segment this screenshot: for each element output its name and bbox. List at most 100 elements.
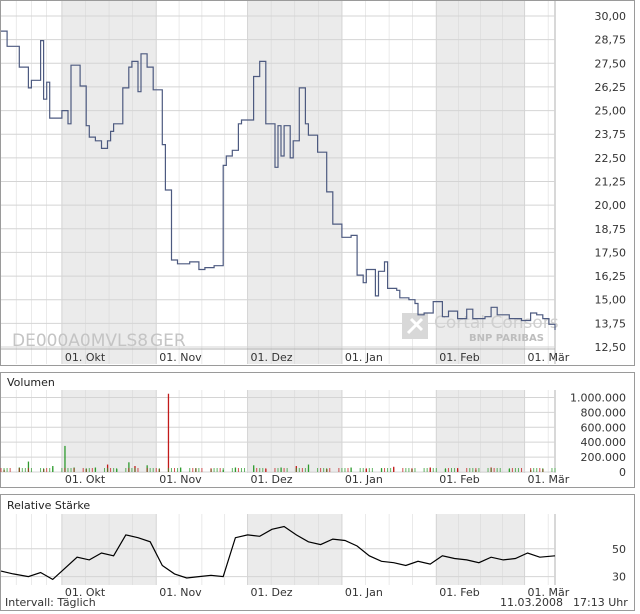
watermark-exchange: GER [150, 331, 186, 351]
volume-baseline-tick [91, 468, 93, 472]
volume-panel-title: Volumen [7, 376, 55, 389]
volume-baseline-tick [475, 468, 477, 472]
volume-baseline-tick [380, 468, 382, 472]
price-x-tick-label: 01. Jan [345, 351, 383, 364]
volume-baseline-tick [125, 468, 127, 472]
volume-baseline-tick [274, 468, 276, 472]
volume-y-tick-label: 1.000.000 [570, 391, 626, 404]
volume-baseline-tick [454, 468, 456, 472]
watermark-brand-sub: BNP PARIBAS [469, 333, 544, 344]
volume-baseline-tick [177, 468, 179, 472]
price-y-tick-labels: 30,00 28,75 27,50 26,25 25,00 23,75 22,50 21,25… [595, 10, 627, 354]
volume-baseline-tick [444, 468, 446, 472]
price-x-tick-label: 01. Feb [439, 351, 479, 364]
footer-date: 11.03.2008 [500, 596, 563, 609]
price-month-shading [61, 1, 525, 364]
volume-baseline-tick [423, 468, 425, 472]
volume-y-tick-label: 600.000 [581, 421, 627, 434]
chart-figure: DE000A0MVLS8 GER Cortal Consors BNP PARI… [0, 0, 635, 611]
volume-baseline-tick [514, 468, 516, 472]
watermark-isin: DE000A0MVLS8 [12, 331, 148, 351]
volume-baseline-tick [210, 468, 212, 472]
volume-baseline-tick [240, 468, 242, 472]
volume-y-tick-label: 0 [619, 466, 626, 479]
volume-baseline-tick [496, 468, 498, 472]
volume-baseline-tick [359, 468, 361, 472]
volume-baseline-tick [222, 468, 224, 472]
volume-baseline-tick [46, 468, 48, 472]
volume-baseline-tick [40, 468, 42, 472]
volume-baseline-tick [152, 468, 154, 472]
volume-baseline-tick [295, 468, 297, 472]
volume-x-tick-label: 01. Okt [65, 473, 106, 486]
volume-baseline-tick [280, 468, 282, 472]
volume-baseline-tick [174, 468, 176, 472]
volume-baseline-tick [542, 468, 544, 472]
volume-baseline-tick [402, 468, 404, 472]
volume-baseline-tick [167, 468, 169, 472]
price-x-tick-label: 01. Okt [65, 351, 106, 364]
volume-baseline-tick [216, 468, 218, 472]
volume-baseline-tick [9, 468, 11, 472]
volume-baseline-tick [73, 468, 75, 472]
volume-baseline-tick [533, 468, 535, 472]
volume-baseline-tick [61, 468, 63, 472]
price-y-tick-label: 12,50 [595, 341, 627, 354]
volume-baseline-tick [466, 468, 468, 472]
volume-baseline-tick [253, 468, 255, 472]
volume-y-tick-label: 400.000 [581, 436, 627, 449]
volume-baseline-tick [134, 468, 136, 472]
price-y-tick-label: 21,25 [595, 176, 627, 189]
volume-baseline-tick [113, 468, 115, 472]
volume-baseline-tick [521, 468, 523, 472]
volume-baseline-tick [88, 468, 90, 472]
volume-baseline-tick [341, 468, 343, 472]
volume-baseline-tick [64, 468, 66, 472]
volume-baseline-tick [198, 468, 200, 472]
price-y-tick-label: 27,50 [595, 57, 627, 70]
price-y-tick-label: 13,75 [595, 317, 627, 330]
volume-bar [167, 393, 170, 472]
volume-baseline-tick [213, 468, 215, 472]
volume-baseline-tick [411, 468, 413, 472]
volume-baseline-tick [457, 468, 459, 472]
volume-baseline-tick [262, 468, 264, 472]
volume-baseline-tick [338, 468, 340, 472]
volume-baseline-tick [52, 468, 54, 472]
volume-month-shading [61, 390, 525, 473]
volume-baseline-tick [393, 468, 395, 472]
volume-x-tick-label: 01. Nov [159, 473, 202, 486]
volume-x-tick-label: 01. Feb [439, 473, 479, 486]
volume-baseline-tick [195, 468, 197, 472]
volume-baseline-tick [6, 468, 8, 472]
volume-baseline-tick [82, 468, 84, 472]
volume-y-tick-label: 800.000 [581, 406, 627, 419]
volume-baseline-tick [472, 468, 474, 472]
volume-baseline-tick [0, 468, 2, 472]
footer-interval: Intervall: Täglich [5, 596, 96, 609]
volume-baseline-tick [323, 468, 325, 472]
volume-baseline-tick [85, 468, 87, 472]
volume-baseline-tick [170, 468, 172, 472]
volume-baseline-tick [390, 468, 392, 472]
price-y-tick-label: 28,75 [595, 34, 627, 47]
volume-baseline-tick [429, 468, 431, 472]
volume-baseline-tick [192, 468, 194, 472]
volume-baseline-tick [368, 468, 370, 472]
volume-baseline-tick [408, 468, 410, 472]
price-x-tick-label: 01. Nov [159, 351, 202, 364]
volume-baseline-tick [201, 468, 203, 472]
volume-baseline-tick [487, 468, 489, 472]
volume-baseline-tick [304, 468, 306, 472]
volume-baseline-tick [387, 468, 389, 472]
rsi-panel-title: Relative Stärke [7, 499, 90, 512]
volume-baseline-tick [426, 468, 428, 472]
price-y-tick-label: 30,00 [595, 10, 627, 23]
volume-baseline-tick [277, 468, 279, 472]
volume-baseline-tick [405, 468, 407, 472]
volume-baseline-tick [365, 468, 367, 472]
volume-baseline-tick [517, 468, 519, 472]
volume-baseline-tick [384, 468, 386, 472]
volume-x-tick-label: 01. Dez [251, 473, 293, 486]
volume-baseline-tick [259, 468, 261, 472]
